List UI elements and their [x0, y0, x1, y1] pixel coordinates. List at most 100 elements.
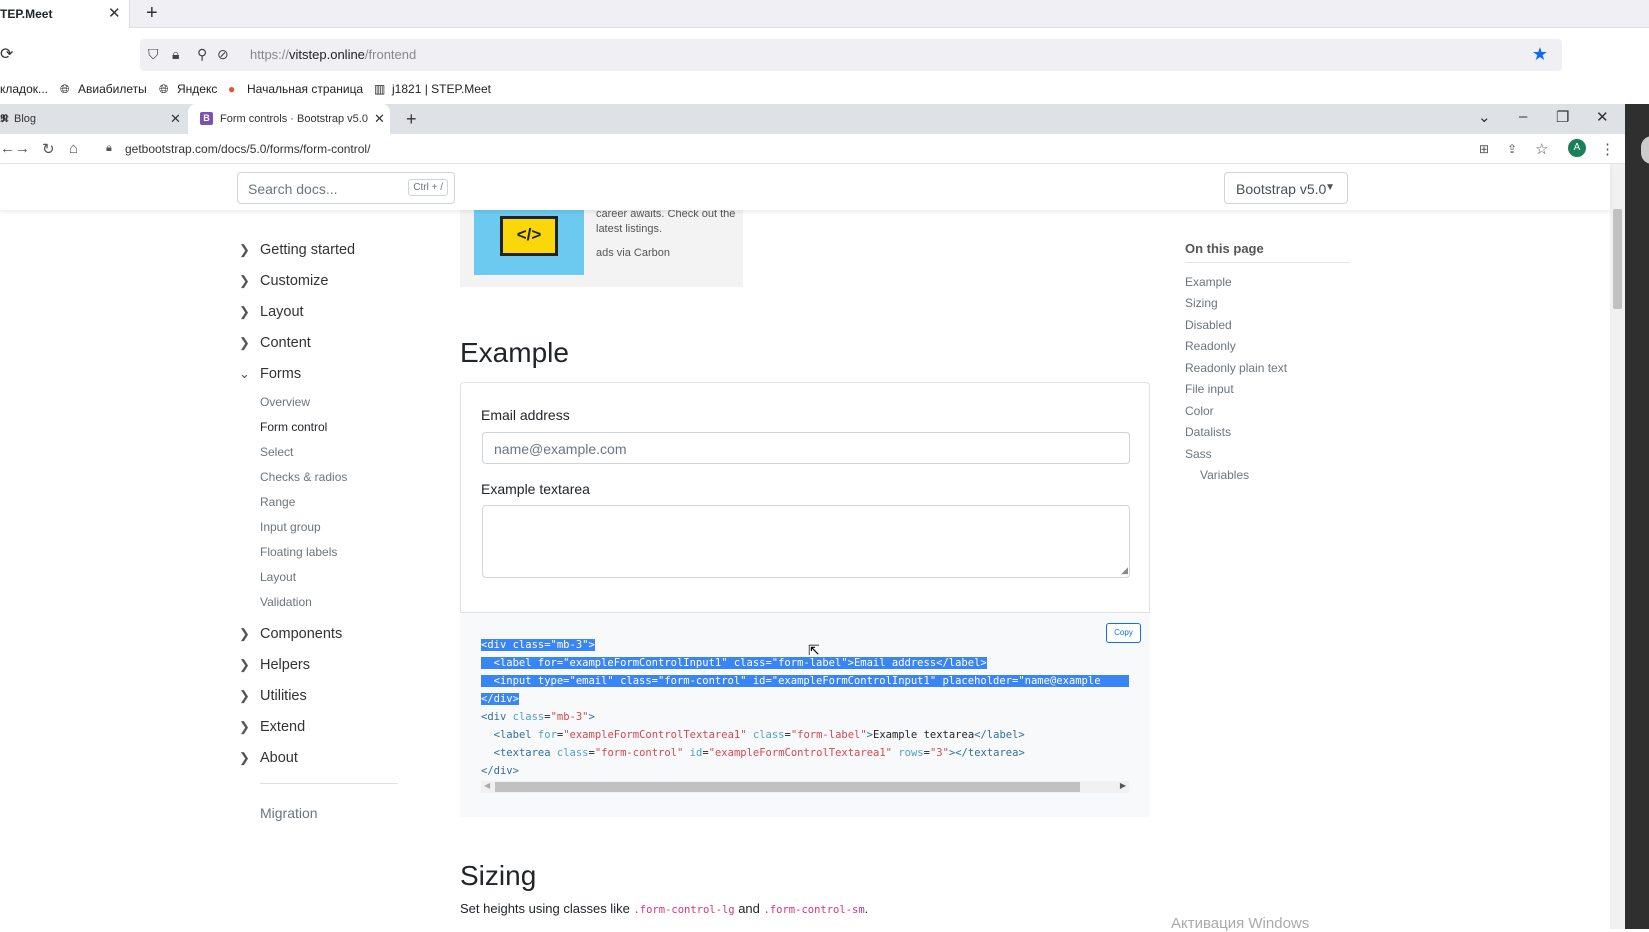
code-line[interactable]: <textarea class="form-control" id="examp… — [481, 747, 1025, 759]
sidebar-item-active[interactable]: Form control — [260, 420, 327, 434]
sidebar-item[interactable]: Input group — [260, 520, 321, 534]
toc-item[interactable]: Datalists — [1185, 425, 1231, 439]
ad-text[interactable]: career awaits. Check out the latest list… — [596, 207, 736, 237]
example-heading: Example — [460, 337, 569, 368]
lock-icon[interactable]: 🔒︎ — [172, 46, 179, 63]
bookmark-item[interactable]: Начальная страница — [247, 82, 363, 96]
chrome-url[interactable]: getbootstrap.com/docs/5.0/forms/form-con… — [125, 142, 370, 156]
example-preview: Email address name@example.com Example t… — [460, 382, 1150, 613]
chrome-tab-bar: 𝕹 Blog ✕ B Form controls · Bootstrap v5.… — [0, 104, 1625, 134]
bookmark-item[interactable]: j1821 | STEP.Meet — [392, 82, 491, 96]
tracking-icon[interactable]: ⊘ — [217, 46, 229, 63]
sidebar-item[interactable]: Layout — [260, 570, 296, 584]
code-line-selected[interactable]: </div> — [481, 693, 519, 705]
chevron-down-icon: ⌄ — [239, 366, 250, 381]
reload-icon[interactable]: ↻ — [42, 140, 55, 158]
firefox-nav-bar: ⟳ ⛉ 🔒︎ ⚲ ⊘ https://vitstep.online/fronte… — [0, 38, 1649, 72]
chevron-right-icon: ❯ — [239, 335, 250, 350]
close-icon[interactable]: ✕ — [108, 4, 121, 22]
toc-item[interactable]: Example — [1185, 275, 1232, 289]
restore-icon[interactable]: ❐ — [1556, 108, 1569, 126]
lock-icon[interactable]: 🔒︎ — [106, 142, 112, 155]
code-scrollbar[interactable]: ◀ ▶ — [481, 781, 1129, 793]
bootstrap-icon: B — [200, 112, 213, 125]
toc-subitem[interactable]: Variables — [1200, 468, 1249, 482]
toc-item[interactable]: Readonly plain text — [1185, 361, 1287, 375]
reload-icon[interactable]: ⟳ — [0, 44, 13, 64]
toc-item[interactable]: Sass — [1185, 447, 1212, 461]
docs-header: Search docs... Ctrl + / Bootstrap v5.0 ▼ — [0, 164, 1610, 210]
menu-icon[interactable]: ⋮ — [1600, 140, 1615, 158]
chevron-right-icon: ❯ — [239, 719, 250, 734]
search-input[interactable]: Search docs... Ctrl + / — [237, 172, 455, 204]
search-placeholder: Search docs... — [248, 181, 338, 197]
scroll-left-icon[interactable]: ◀ — [484, 781, 490, 790]
sidebar-item[interactable]: Checks & radios — [260, 470, 347, 484]
bookmark-star-icon[interactable]: ★ — [1532, 44, 1548, 65]
share-icon[interactable]: ⇪ — [1507, 142, 1517, 156]
minimize-icon[interactable]: – — [1519, 108, 1527, 125]
firefox-url-bar[interactable]: ⛉ 🔒︎ ⚲ ⊘ https://vitstep.online/frontend… — [140, 39, 1562, 71]
sidebar-item[interactable]: Validation — [260, 595, 312, 609]
tab-title: Blog — [14, 113, 37, 125]
ad-via[interactable]: ads via Carbon — [596, 247, 670, 259]
caret-down-icon: ▼ — [1325, 182, 1335, 193]
bookmark-star-icon[interactable]: ☆ — [1535, 140, 1548, 158]
shield-icon[interactable]: ⛉ — [148, 46, 159, 63]
globe-icon: 🌐︎ — [60, 82, 70, 96]
new-tab-button[interactable]: + — [406, 109, 417, 130]
toc-divider — [1185, 262, 1350, 263]
chrome-tab-blog[interactable]: 𝕹 Blog ✕ — [0, 104, 188, 134]
home-icon[interactable]: ⌂ — [69, 140, 78, 157]
translate-icon[interactable]: ⊞ — [1479, 142, 1489, 156]
close-icon[interactable]: ✕ — [374, 111, 385, 127]
new-tab-button[interactable]: + — [146, 2, 158, 25]
page-scrollbar[interactable] — [1610, 164, 1625, 929]
firefox-tab[interactable]: TEP.Meet ✕ — [0, 0, 130, 28]
chrome-tab-bootstrap[interactable]: B Form controls · Bootstrap v5.0 ✕ — [188, 104, 390, 134]
permissions-icon[interactable]: ⚲ — [197, 46, 207, 63]
code-line-selected[interactable]: <label for="exampleFormControlInput1" cl… — [481, 657, 987, 669]
forward-icon[interactable]: → — [15, 140, 30, 157]
toc-item[interactable]: Color — [1185, 404, 1214, 418]
copy-button[interactable]: Copy — [1106, 623, 1141, 643]
toc-item[interactable]: Sizing — [1185, 296, 1218, 310]
toc-item[interactable]: Readonly — [1185, 339, 1236, 353]
scroll-right-icon[interactable]: ▶ — [1120, 781, 1126, 790]
version-dropdown[interactable]: Bootstrap v5.0 ▼ — [1224, 172, 1348, 204]
close-icon[interactable]: ✕ — [170, 111, 181, 127]
bookmark-item[interactable]: Авиабилеты — [78, 82, 147, 96]
close-window-icon[interactable]: ✕ — [1596, 108, 1609, 126]
example-textarea[interactable]: ◢ — [482, 505, 1130, 578]
bookmark-item[interactable]: кладок... — [0, 82, 48, 96]
tab-title: Form controls · Bootstrap v5.0 — [220, 113, 368, 125]
side-panel-strip — [1625, 104, 1649, 929]
sidebar-item[interactable]: Floating labels — [260, 545, 337, 559]
email-field[interactable]: name@example.com — [482, 432, 1130, 464]
back-icon[interactable]: ← — [0, 140, 15, 157]
bookmark-item[interactable]: Яндекс — [177, 82, 217, 96]
ad-image[interactable]: </> — [474, 210, 584, 275]
chevron-down-icon[interactable]: ⌄ — [1478, 108, 1491, 126]
windows-activation-watermark: Активация Windows — [1171, 915, 1310, 932]
toc-item[interactable]: Disabled — [1185, 318, 1232, 332]
email-label: Email address — [481, 407, 570, 423]
code-line[interactable]: <label for="exampleFormControlTextarea1"… — [481, 729, 1025, 741]
firefox-tab-bar: TEP.Meet ✕ + — [0, 0, 1649, 28]
sidebar-migration-link[interactable]: Migration — [260, 805, 318, 821]
chevron-right-icon: ❯ — [239, 750, 250, 765]
sidebar-item[interactable]: Select — [260, 445, 293, 459]
sidebar-item[interactable]: Overview — [260, 395, 310, 409]
code-line-selected[interactable]: <input type="email" class="form-control"… — [481, 675, 1129, 687]
chart-icon: ▥ — [374, 82, 386, 96]
code-line-selected[interactable]: <div class="mb-3"> — [481, 639, 595, 651]
resize-handle-icon[interactable]: ◢ — [1121, 565, 1128, 576]
toc-item[interactable]: File input — [1185, 382, 1234, 396]
code-line[interactable]: </div> — [481, 765, 519, 777]
code-icon: </> — [500, 216, 558, 256]
firefox-url[interactable]: https://vitstep.online/frontend — [250, 47, 416, 62]
sidebar-item[interactable]: Range — [260, 495, 295, 509]
avatar[interactable]: A — [1568, 139, 1586, 157]
code-line[interactable]: <div class="mb-3"> — [481, 711, 595, 723]
carbon-ad[interactable]: </> career awaits. Check out the latest … — [460, 207, 743, 287]
